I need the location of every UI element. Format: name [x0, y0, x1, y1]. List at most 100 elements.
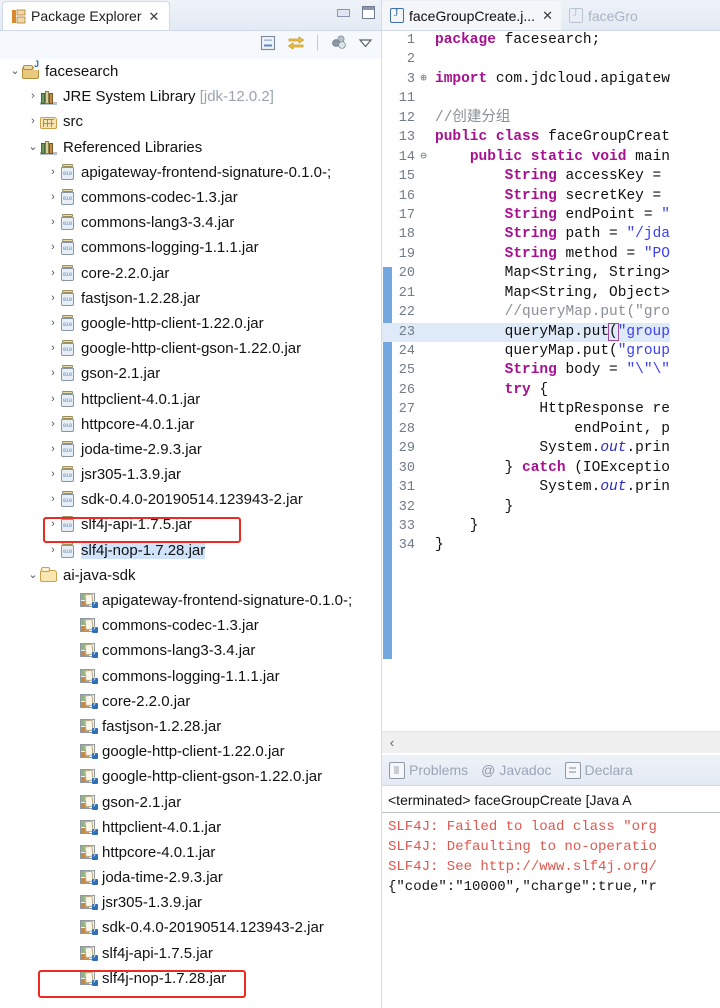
tree-row[interactable]: › sdk-0.4.0-20190514.123943-2.jar: [0, 487, 381, 512]
tree-row[interactable]: commons-logging-1.1.1.jar: [0, 664, 381, 689]
package-explorer-tree[interactable]: ⌄ facesearch › JRE System Library [jdk-12.0…: [0, 59, 381, 1008]
code-line[interactable]: 30 } catch (IOExceptio: [382, 459, 670, 478]
chevron-right-icon[interactable]: ›: [46, 418, 60, 430]
scroll-left-icon[interactable]: ‹: [382, 735, 402, 750]
chevron-right-icon[interactable]: ›: [46, 267, 60, 279]
tree-row[interactable]: › commons-logging-1.1.1.jar: [0, 235, 381, 260]
tree-row[interactable]: apigateway-frontend-signature-0.1.0-;: [0, 588, 381, 613]
tree-row[interactable]: › slf4j-api-1.7.5.jar: [0, 512, 381, 537]
code-line[interactable]: 22 //queryMap.put("gro: [382, 303, 670, 322]
tree-row[interactable]: commons-lang3-3.4.jar: [0, 638, 381, 663]
chevron-right-icon[interactable]: ›: [46, 242, 60, 253]
tree-row[interactable]: slf4j-api-1.7.5.jar: [0, 941, 381, 966]
tree-row[interactable]: › jsr305-1.3.9.jar: [0, 462, 381, 487]
view-menu-group-icon[interactable]: [330, 35, 348, 51]
code-line[interactable]: 23 queryMap.put("group: [382, 322, 670, 342]
editor-tab[interactable]: faceGro: [561, 1, 646, 30]
tree-row[interactable]: sdk-0.4.0-20190514.123943-2.jar: [0, 915, 381, 940]
chevron-down-icon[interactable]: ⌄: [26, 141, 40, 153]
code-line[interactable]: 27 HttpResponse re: [382, 400, 670, 419]
code-line[interactable]: 16 String secretKey =: [382, 187, 670, 206]
code-line[interactable]: 3 ⊕ import com.jdcloud.apigatew: [382, 70, 670, 89]
code-line[interactable]: 32 }: [382, 498, 670, 517]
code-line[interactable]: 25 String body = "\"\": [382, 361, 670, 380]
tree-row[interactable]: commons-codec-1.3.jar: [0, 613, 381, 638]
close-icon[interactable]: ✕: [542, 9, 553, 22]
code-line[interactable]: 20 Map<String, String>: [382, 264, 670, 283]
code-line[interactable]: 21 Map<String, Object>: [382, 284, 670, 303]
chevron-right-icon[interactable]: ›: [46, 166, 60, 178]
tree-row[interactable]: jsr305-1.3.9.jar: [0, 890, 381, 915]
tree-row[interactable]: google-http-client-gson-1.22.0.jar: [0, 764, 381, 789]
chevron-down-icon[interactable]: ⌄: [8, 66, 22, 77]
tree-row[interactable]: › google-http-client-1.22.0.jar: [0, 311, 381, 336]
java-source-editor[interactable]: 1 package facesearch; 2 3 ⊕ import com.jdclou…: [382, 31, 720, 731]
close-icon[interactable]: ✕: [149, 10, 160, 23]
tree-row[interactable]: joda-time-2.9.3.jar: [0, 865, 381, 890]
tree-row[interactable]: › httpcore-4.0.1.jar: [0, 412, 381, 437]
code-line[interactable]: 26 try {: [382, 381, 670, 400]
chevron-right-icon[interactable]: ›: [46, 192, 60, 203]
maximize-button[interactable]: [362, 6, 375, 19]
tree-row[interactable]: › joda-time-2.9.3.jar: [0, 437, 381, 462]
tree-row[interactable]: core-2.2.0.jar: [0, 689, 381, 714]
code-line[interactable]: 2: [382, 50, 670, 69]
link-with-editor-icon[interactable]: [287, 35, 305, 51]
tree-row[interactable]: › commons-codec-1.3.jar: [0, 185, 381, 210]
chevron-right-icon[interactable]: ›: [46, 217, 60, 228]
bottom-tab[interactable]: Problems: [389, 761, 468, 779]
code-line[interactable]: 29 System.out.prin: [382, 439, 670, 458]
minimize-button[interactable]: [337, 8, 350, 17]
tree-row[interactable]: › google-http-client-gson-1.22.0.jar: [0, 336, 381, 361]
chevron-right-icon[interactable]: ›: [46, 519, 60, 530]
editor-horizontal-scrollbar[interactable]: ‹: [382, 731, 720, 753]
tree-row[interactable]: › commons-lang3-3.4.jar: [0, 210, 381, 235]
chevron-right-icon[interactable]: ›: [46, 368, 60, 379]
code-line[interactable]: 19 String method = "PO: [382, 245, 670, 264]
tree-row[interactable]: ⌄ ai-java-sdk: [0, 563, 381, 588]
chevron-right-icon[interactable]: ›: [46, 544, 60, 556]
chevron-right-icon[interactable]: ›: [26, 116, 40, 127]
chevron-right-icon[interactable]: ›: [46, 343, 60, 354]
tree-row[interactable]: httpclient-4.0.1.jar: [0, 815, 381, 840]
chevron-right-icon[interactable]: ›: [46, 393, 60, 405]
tree-row[interactable]: ⌄ facesearch: [0, 59, 381, 84]
tree-row[interactable]: gson-2.1.jar: [0, 789, 381, 814]
editor-tab[interactable]: faceGroupCreate.j... ✕: [382, 1, 561, 30]
chevron-right-icon[interactable]: ›: [46, 469, 60, 480]
code-line[interactable]: 12 //创建分组: [382, 109, 670, 128]
tree-row[interactable]: › JRE System Library [jdk-12.0.2]: [0, 84, 381, 109]
bottom-tab[interactable]: @ Javadoc: [481, 762, 551, 778]
tree-row[interactable]: › src: [0, 109, 381, 134]
tree-row[interactable]: slf4j-nop-1.7.28.jar: [0, 966, 381, 991]
tree-row[interactable]: › fastjson-1.2.28.jar: [0, 286, 381, 311]
chevron-right-icon[interactable]: ›: [46, 443, 60, 455]
chevron-right-icon[interactable]: ›: [46, 292, 60, 304]
code-line[interactable]: 15 String accessKey =: [382, 167, 670, 186]
bottom-tab[interactable]: Declara: [564, 761, 633, 779]
tree-row[interactable]: ⌄ Referenced Libraries: [0, 135, 381, 160]
collapse-all-icon[interactable]: [260, 35, 277, 51]
code-line[interactable]: 31 System.out.prin: [382, 478, 670, 497]
chevron-right-icon[interactable]: ›: [46, 317, 60, 329]
code-line[interactable]: 1 package facesearch;: [382, 31, 670, 50]
tree-row[interactable]: › gson-2.1.jar: [0, 361, 381, 386]
chevron-down-icon[interactable]: ⌄: [26, 569, 40, 581]
code-line[interactable]: 13 public class faceGroupCreat: [382, 128, 670, 147]
code-line[interactable]: 11: [382, 89, 670, 108]
tree-row[interactable]: › httpclient-4.0.1.jar: [0, 386, 381, 411]
tree-row[interactable]: httpcore-4.0.1.jar: [0, 840, 381, 865]
tree-row[interactable]: google-http-client-1.22.0.jar: [0, 739, 381, 764]
tree-row[interactable]: › apigateway-frontend-signature-0.1.0-;: [0, 160, 381, 185]
code-line[interactable]: 33 }: [382, 517, 670, 536]
chevron-right-icon[interactable]: ›: [46, 494, 60, 505]
collapse-icon[interactable]: ⊖: [418, 148, 429, 167]
scrollbar-track[interactable]: [402, 732, 720, 753]
chevron-right-icon[interactable]: ›: [26, 91, 40, 102]
code-line[interactable]: 17 String endPoint = ": [382, 206, 670, 225]
code-line[interactable]: 34}: [382, 536, 670, 555]
code-line[interactable]: 24 queryMap.put("group: [382, 342, 670, 361]
code-line[interactable]: 18 String path = "/jda: [382, 225, 670, 244]
tree-row[interactable]: › core-2.2.0.jar: [0, 261, 381, 286]
code-line[interactable]: 28 endPoint, p: [382, 420, 670, 439]
